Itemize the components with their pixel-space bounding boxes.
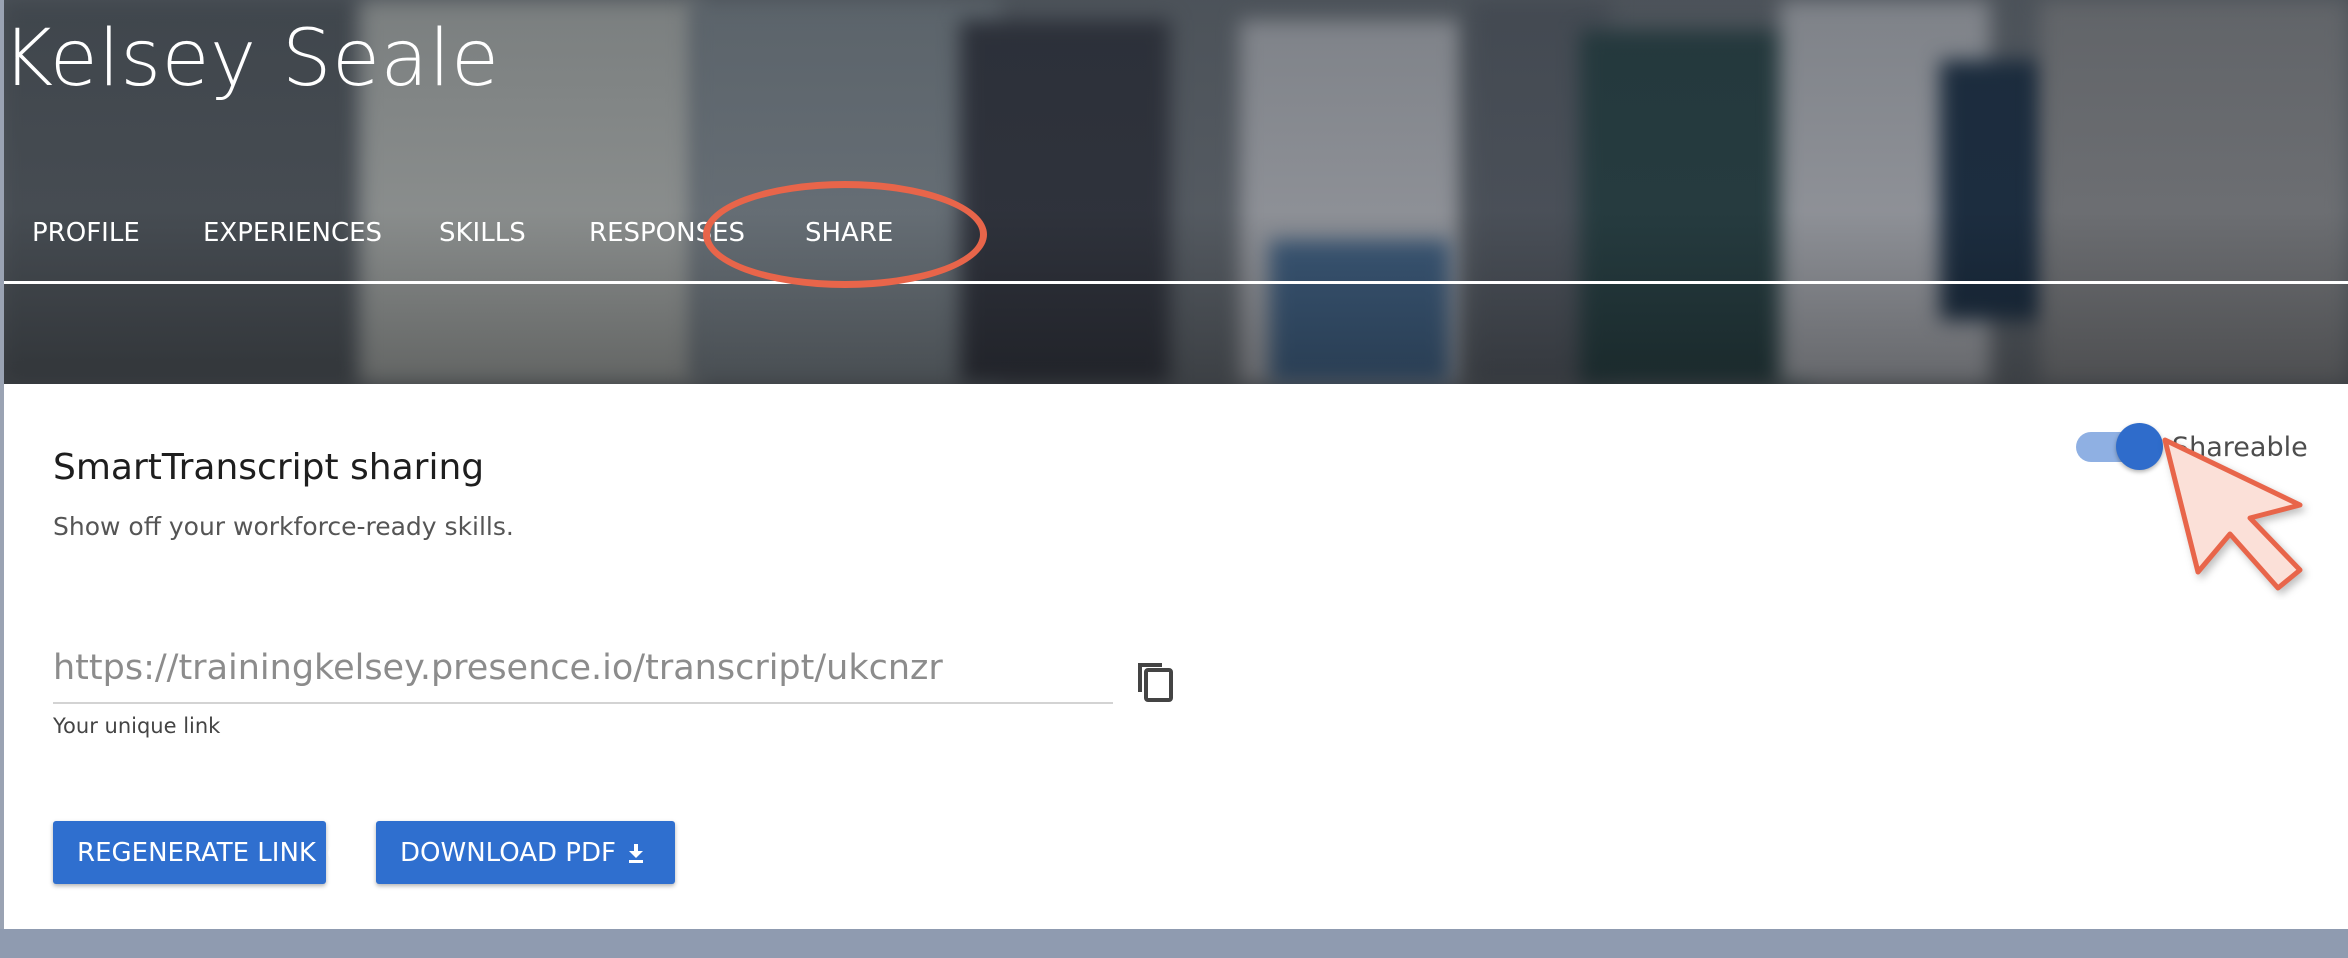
tab-skills[interactable]: SKILLS bbox=[439, 218, 526, 248]
download-pdf-label: DOWNLOAD PDF bbox=[400, 837, 616, 868]
section-subtitle: Show off your workforce-ready skills. bbox=[53, 512, 514, 541]
tab-profile[interactable]: PROFILE bbox=[32, 218, 140, 248]
regenerate-link-button[interactable]: REGENERATE LINK bbox=[53, 821, 346, 884]
pointer-cursor-annotation bbox=[2150, 430, 2320, 600]
tab-underline bbox=[4, 281, 2348, 284]
profile-header-banner: Kelsey Seale PROFILE EXPERIENCES SKILLS … bbox=[0, 0, 2348, 384]
download-icon bbox=[626, 842, 646, 864]
download-pdf-button[interactable]: DOWNLOAD PDF bbox=[376, 821, 675, 884]
link-helper-text: Your unique link bbox=[53, 714, 221, 738]
regenerate-link-label: REGENERATE LINK bbox=[77, 837, 316, 868]
refresh-icon bbox=[326, 842, 348, 864]
copy-icon[interactable] bbox=[1132, 654, 1178, 704]
sharing-card: SmartTranscript sharing Show off your wo… bbox=[4, 384, 2348, 930]
section-title: SmartTranscript sharing bbox=[53, 447, 485, 488]
unique-link-field[interactable] bbox=[53, 634, 1113, 704]
tab-experiences[interactable]: EXPERIENCES bbox=[203, 218, 382, 248]
profile-name: Kelsey Seale bbox=[2, 14, 500, 104]
page-footer-strip bbox=[0, 929, 2348, 958]
share-tab-highlight-annotation bbox=[703, 181, 987, 288]
